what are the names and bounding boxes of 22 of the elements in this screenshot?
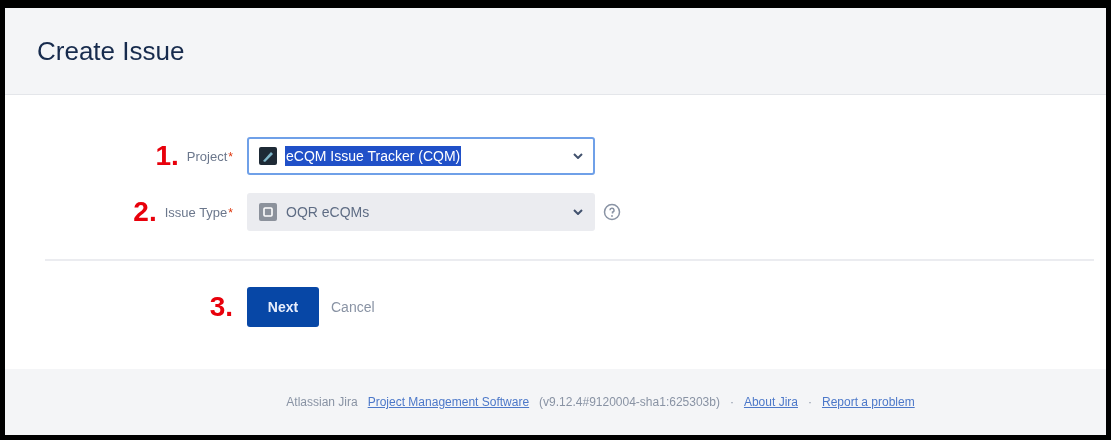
- chevron-down-icon: [573, 153, 583, 159]
- project-avatar-icon: [259, 147, 277, 165]
- footer-link[interactable]: Report a problem: [821, 395, 915, 409]
- dialog-title: Create Issue: [37, 35, 185, 67]
- chevron-down-icon: [573, 209, 583, 215]
- next-button[interactable]: Next: [247, 287, 319, 327]
- separator: ·: [807, 395, 812, 409]
- step-number: 1.: [155, 140, 179, 172]
- field-label: Issue Type*: [164, 204, 233, 220]
- separator: ·: [729, 395, 734, 409]
- field-value: eCQM Issue Tracker (CQM): [285, 146, 462, 166]
- cancel-link[interactable]: Cancel: [331, 299, 375, 315]
- footer-text: Atlassian Jira: [286, 395, 358, 409]
- step-number: 3.: [209, 291, 233, 323]
- step-number: 2.: [133, 196, 157, 228]
- footer-link[interactable]: Project Management Software: [367, 395, 530, 409]
- version-text: (v9.12.4#9120004-sha1:625303b): [539, 395, 720, 409]
- footer-link[interactable]: About Jira: [743, 395, 798, 409]
- field-label: Project*: [186, 148, 233, 164]
- select-field[interactable]: eCQM Issue Tracker (CQM): [247, 137, 595, 175]
- issue-type-icon: [259, 203, 277, 221]
- field-value: OQR eCQMs: [285, 203, 371, 222]
